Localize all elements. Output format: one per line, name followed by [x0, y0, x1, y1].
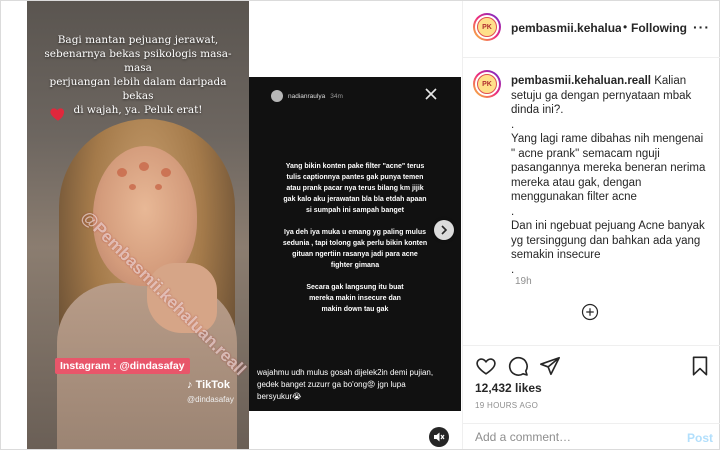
- caption-paragraph: pembasmii.kehaluan.reall Kalian setuju g…: [511, 74, 709, 118]
- header-separator: •: [623, 20, 628, 34]
- acne-spot: [155, 184, 162, 190]
- plus-circle-icon[interactable]: [581, 303, 599, 321]
- following-button[interactable]: Following: [631, 21, 687, 35]
- post-sidebar: PK pembasmii.kehaluan.reall • Following …: [462, 1, 720, 449]
- acne-spot: [161, 168, 171, 177]
- story-avatar: [271, 90, 283, 102]
- tiktok-username: @dindasafay: [187, 395, 234, 404]
- acne-spot: [129, 184, 136, 190]
- avatar-logo: PK: [477, 74, 497, 94]
- caption-avatar[interactable]: PK: [473, 70, 501, 98]
- post-header: PK pembasmii.kehaluan.reall • Following …: [463, 1, 720, 58]
- close-icon: [425, 88, 437, 100]
- mute-icon: [434, 432, 445, 442]
- post-dialog: Bagi mantan pejuang jerawat, sebenarnya …: [0, 0, 720, 450]
- avatar[interactable]: PK: [473, 13, 501, 41]
- red-heart-icon: [50, 108, 65, 121]
- comment-icon[interactable]: [507, 355, 529, 377]
- avatar-logo: PK: [477, 17, 497, 37]
- more-options-button[interactable]: ···: [693, 19, 710, 35]
- chevron-right-icon: [441, 225, 448, 235]
- caption-username[interactable]: pembasmii.kehaluan.reall: [511, 75, 651, 87]
- likes-count[interactable]: 12,432 likes: [475, 381, 542, 395]
- photo-slide: Bagi mantan pejuang jerawat, sebenarnya …: [27, 1, 249, 449]
- avatar-inner: PK: [475, 15, 499, 39]
- story-screenshot: nadianraulya 34m Yang bikin konten pake …: [249, 77, 461, 411]
- story-header: nadianraulya 34m: [271, 89, 343, 103]
- caption-timestamp: 19h: [515, 276, 532, 287]
- caption-section: PK pembasmii.kehaluan.reall Kalian setuj…: [463, 58, 720, 344]
- acne-spot: [139, 162, 149, 171]
- acne-spot: [117, 168, 127, 177]
- tiktok-text: TikTok: [195, 379, 230, 391]
- story-time: 34m: [330, 92, 343, 100]
- comment-bar: Post: [463, 423, 720, 450]
- posted-time: 19 HOURS AGO: [475, 401, 539, 410]
- caption-text: pembasmii.kehaluan.reall Kalian setuju g…: [511, 74, 709, 277]
- heart-icon[interactable]: [475, 355, 497, 377]
- post-media[interactable]: Bagi mantan pejuang jerawat, sebenarnya …: [1, 1, 461, 449]
- post-comment-button[interactable]: Post: [687, 431, 713, 445]
- next-slide-button[interactable]: [434, 220, 454, 240]
- avatar-inner: PK: [475, 72, 499, 96]
- mute-button[interactable]: [429, 427, 449, 447]
- share-icon[interactable]: [539, 355, 561, 377]
- instagram-tag: Instagram : @dindasafay: [55, 358, 190, 374]
- caption-body: . Yang lagi rame dibahas nih mengenai " …: [511, 118, 706, 276]
- tiktok-icon: ♪: [187, 379, 193, 391]
- action-bar: [463, 345, 720, 386]
- story-text: Yang bikin konten pake filter "acne" ter…: [282, 163, 428, 313]
- story-username: nadianraulya: [288, 92, 326, 100]
- bookmark-icon[interactable]: [689, 355, 711, 377]
- story-footer-text: wajahmu udh mulus gosah dijelek2in demi …: [257, 368, 434, 401]
- header-username[interactable]: pembasmii.kehaluan.reall: [511, 21, 621, 35]
- tiktok-label: ♪ TikTok: [187, 379, 230, 391]
- comment-input[interactable]: [475, 428, 675, 446]
